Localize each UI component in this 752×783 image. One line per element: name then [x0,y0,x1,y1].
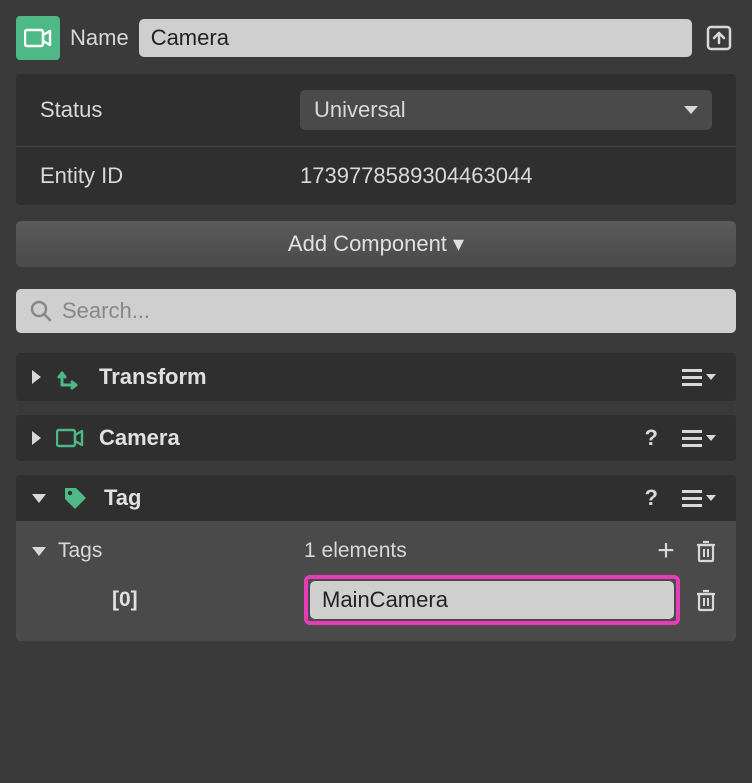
component-tag: Tag ? Tags 1 elements [16,475,736,641]
entity-type-badge [16,16,60,60]
component-menu-button[interactable] [678,490,720,507]
chevron-down-icon [706,435,716,441]
component-tag-header[interactable]: Tag ? [16,475,736,521]
trash-icon [695,588,717,612]
tag-value-highlight [304,575,680,625]
collapse-toggle[interactable] [32,547,46,556]
trash-icon [695,539,717,563]
component-title: Transform [99,364,664,390]
help-button[interactable]: ? [639,425,664,451]
tags-label: Tags [58,539,102,563]
hamburger-icon [682,430,702,447]
status-row: Status Universal [16,74,736,146]
hamburger-icon [682,369,702,386]
import-button[interactable] [702,21,736,55]
tags-count: 1 elements [304,539,640,563]
add-component-button[interactable]: Add Component ▾ [16,221,736,267]
add-tag-button[interactable] [652,537,680,565]
expand-toggle[interactable] [32,370,41,384]
tag-body: Tags 1 elements [0] [16,521,736,641]
entity-id-label: Entity ID [40,163,300,189]
chevron-down-icon [706,374,716,380]
component-camera[interactable]: Camera ? [16,415,736,461]
tag-value-input[interactable] [310,581,674,619]
component-menu-button[interactable] [678,369,720,386]
search-input[interactable] [62,298,722,324]
entity-id-value: 1739778589304463044 [300,163,532,189]
component-transform[interactable]: Transform [16,353,736,401]
import-icon [705,24,733,52]
search-icon [30,300,52,322]
name-label: Name [70,25,129,51]
entity-id-row: Entity ID 1739778589304463044 [16,146,736,205]
chevron-down-icon [706,495,716,501]
entity-header: Name [16,16,736,60]
name-input[interactable] [139,19,692,57]
delete-tag-button[interactable] [692,586,720,614]
search-field[interactable] [16,289,736,333]
expand-toggle[interactable] [32,431,41,445]
component-title: Camera [99,425,625,451]
hamburger-icon [682,490,702,507]
camera-icon [56,428,84,448]
tag-icon [62,485,88,511]
tags-array-row: Tags 1 elements [32,531,720,571]
component-menu-button[interactable] [678,430,720,447]
transform-icon [56,363,84,391]
collapse-toggle[interactable] [32,494,46,503]
delete-all-tags-button[interactable] [692,537,720,565]
status-select[interactable]: Universal [300,90,712,130]
status-value: Universal [314,97,406,123]
status-label: Status [40,97,300,123]
tag-item-row: [0] [32,571,720,625]
chevron-down-icon [684,106,698,114]
camera-icon [24,28,52,48]
help-button[interactable]: ? [639,485,664,511]
entity-info-panel: Status Universal Entity ID 1739778589304… [16,74,736,205]
tag-index-label: [0] [32,588,292,612]
component-title: Tag [104,485,625,511]
